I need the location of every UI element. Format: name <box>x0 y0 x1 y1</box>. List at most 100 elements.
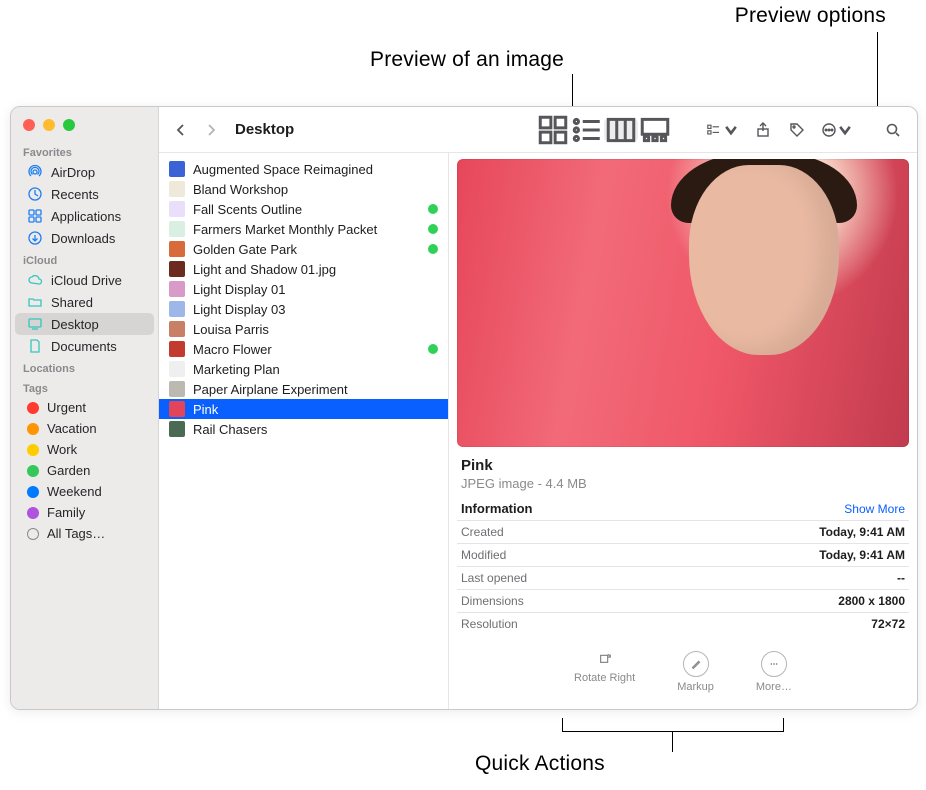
view-gallery-icon[interactable] <box>638 118 672 142</box>
sidebar-item-label: Recents <box>51 187 99 202</box>
sidebar-tag-all-tags-[interactable]: All Tags… <box>15 523 154 544</box>
file-name: Light and Shadow 01.jpg <box>193 262 438 277</box>
group-by-button[interactable] <box>703 117 743 143</box>
file-thumbnail-icon <box>169 361 185 377</box>
file-name: Bland Workshop <box>193 182 438 197</box>
action-label: Markup <box>677 681 714 693</box>
quick-actions: Rotate Right Markup More… <box>457 635 909 693</box>
callout-preview-options: Preview options <box>735 4 886 28</box>
show-more-link[interactable]: Show More <box>844 502 905 516</box>
more-icon <box>761 651 787 677</box>
sidebar-tag-garden[interactable]: Garden <box>15 460 154 481</box>
sidebar-item-label: Shared <box>51 295 93 310</box>
file-row[interactable]: Fall Scents Outline <box>159 199 448 219</box>
tag-dot-icon <box>27 402 39 414</box>
file-row[interactable]: Golden Gate Park <box>159 239 448 259</box>
cloud-icon <box>27 272 43 288</box>
file-name: Light Display 03 <box>193 302 438 317</box>
sidebar-item-label: AirDrop <box>51 165 95 180</box>
file-row[interactable]: Light Display 03 <box>159 299 448 319</box>
file-name: Fall Scents Outline <box>193 202 420 217</box>
info-key: Resolution <box>457 613 656 636</box>
file-row[interactable]: Light and Shadow 01.jpg <box>159 259 448 279</box>
view-list-icon[interactable] <box>570 118 604 142</box>
file-row[interactable]: Rail Chasers <box>159 419 448 439</box>
more-button[interactable] <box>817 117 857 143</box>
file-row[interactable]: Paper Airplane Experiment <box>159 379 448 399</box>
minimize-button[interactable] <box>43 119 55 131</box>
file-name: Pink <box>193 402 438 417</box>
file-thumbnail-icon <box>169 261 185 277</box>
file-row[interactable]: Augmented Space Reimagined <box>159 159 448 179</box>
file-name: Light Display 01 <box>193 282 438 297</box>
info-key: Dimensions <box>457 590 656 613</box>
sidebar-section-title: Locations <box>11 357 158 377</box>
file-row[interactable]: Bland Workshop <box>159 179 448 199</box>
tag-dot-icon <box>27 486 39 498</box>
more-action[interactable]: More… <box>756 651 792 693</box>
toolbar: Desktop <box>159 107 917 153</box>
info-key: Last opened <box>457 567 656 590</box>
doc-icon <box>27 338 43 354</box>
view-icon-grid[interactable] <box>536 118 570 142</box>
sidebar-item-label: Family <box>47 505 85 520</box>
file-row[interactable]: Farmers Market Monthly Packet <box>159 219 448 239</box>
action-label: Rotate Right <box>574 672 635 684</box>
file-row[interactable]: Light Display 01 <box>159 279 448 299</box>
sidebar-tag-weekend[interactable]: Weekend <box>15 481 154 502</box>
file-row[interactable]: Louisa Parris <box>159 319 448 339</box>
file-row[interactable]: Pink <box>159 399 448 419</box>
tags-button[interactable] <box>783 117 811 143</box>
sidebar-item-documents[interactable]: Documents <box>15 335 154 357</box>
file-row[interactable]: Marketing Plan <box>159 359 448 379</box>
info-row: Last opened-- <box>457 567 909 590</box>
sidebar-section-title: Tags <box>11 377 158 397</box>
sidebar-tag-family[interactable]: Family <box>15 502 154 523</box>
sidebar-item-recents[interactable]: Recents <box>15 183 154 205</box>
sidebar-item-icloud-drive[interactable]: iCloud Drive <box>15 269 154 291</box>
downloads-icon <box>27 230 43 246</box>
markup-action[interactable]: Markup <box>677 651 714 693</box>
sidebar-item-downloads[interactable]: Downloads <box>15 227 154 249</box>
view-switcher <box>535 117 673 143</box>
preview-image <box>457 159 909 447</box>
file-row[interactable]: Macro Flower <box>159 339 448 359</box>
rotate-right-action[interactable]: Rotate Right <box>574 651 635 693</box>
callout-bracket <box>562 718 784 732</box>
file-thumbnail-icon <box>169 421 185 437</box>
callout-preview-image: Preview of an image <box>370 48 564 72</box>
back-button[interactable] <box>167 117 195 143</box>
sidebar: Favorites AirDropRecentsApplicationsDown… <box>11 107 159 709</box>
file-name: Farmers Market Monthly Packet <box>193 222 420 237</box>
close-button[interactable] <box>23 119 35 131</box>
sidebar-item-shared[interactable]: Shared <box>15 291 154 313</box>
info-value: Today, 9:41 AM <box>656 544 909 567</box>
sidebar-item-airdrop[interactable]: AirDrop <box>15 161 154 183</box>
zoom-button[interactable] <box>63 119 75 131</box>
action-label: More… <box>756 681 792 693</box>
file-thumbnail-icon <box>169 341 185 357</box>
main-area: Desktop <box>159 107 917 709</box>
tag-dot-icon <box>27 444 39 456</box>
file-name: Macro Flower <box>193 342 420 357</box>
image-face <box>689 165 839 355</box>
sidebar-item-label: Desktop <box>51 317 99 332</box>
file-thumbnail-icon <box>169 281 185 297</box>
view-column-icon[interactable] <box>604 118 638 142</box>
file-thumbnail-icon <box>169 221 185 237</box>
search-button[interactable] <box>879 117 907 143</box>
file-name: Golden Gate Park <box>193 242 420 257</box>
forward-button[interactable] <box>197 117 225 143</box>
sidebar-item-desktop[interactable]: Desktop <box>15 313 154 335</box>
sidebar-item-label: Work <box>47 442 77 457</box>
file-thumbnail-icon <box>169 241 185 257</box>
sidebar-tag-work[interactable]: Work <box>15 439 154 460</box>
sidebar-item-label: Urgent <box>47 400 86 415</box>
sidebar-tag-vacation[interactable]: Vacation <box>15 418 154 439</box>
location-title: Desktop <box>235 121 294 138</box>
share-button[interactable] <box>749 117 777 143</box>
sidebar-item-applications[interactable]: Applications <box>15 205 154 227</box>
sidebar-tag-urgent[interactable]: Urgent <box>15 397 154 418</box>
info-row: Resolution72×72 <box>457 613 909 636</box>
sidebar-item-label: Applications <box>51 209 121 224</box>
